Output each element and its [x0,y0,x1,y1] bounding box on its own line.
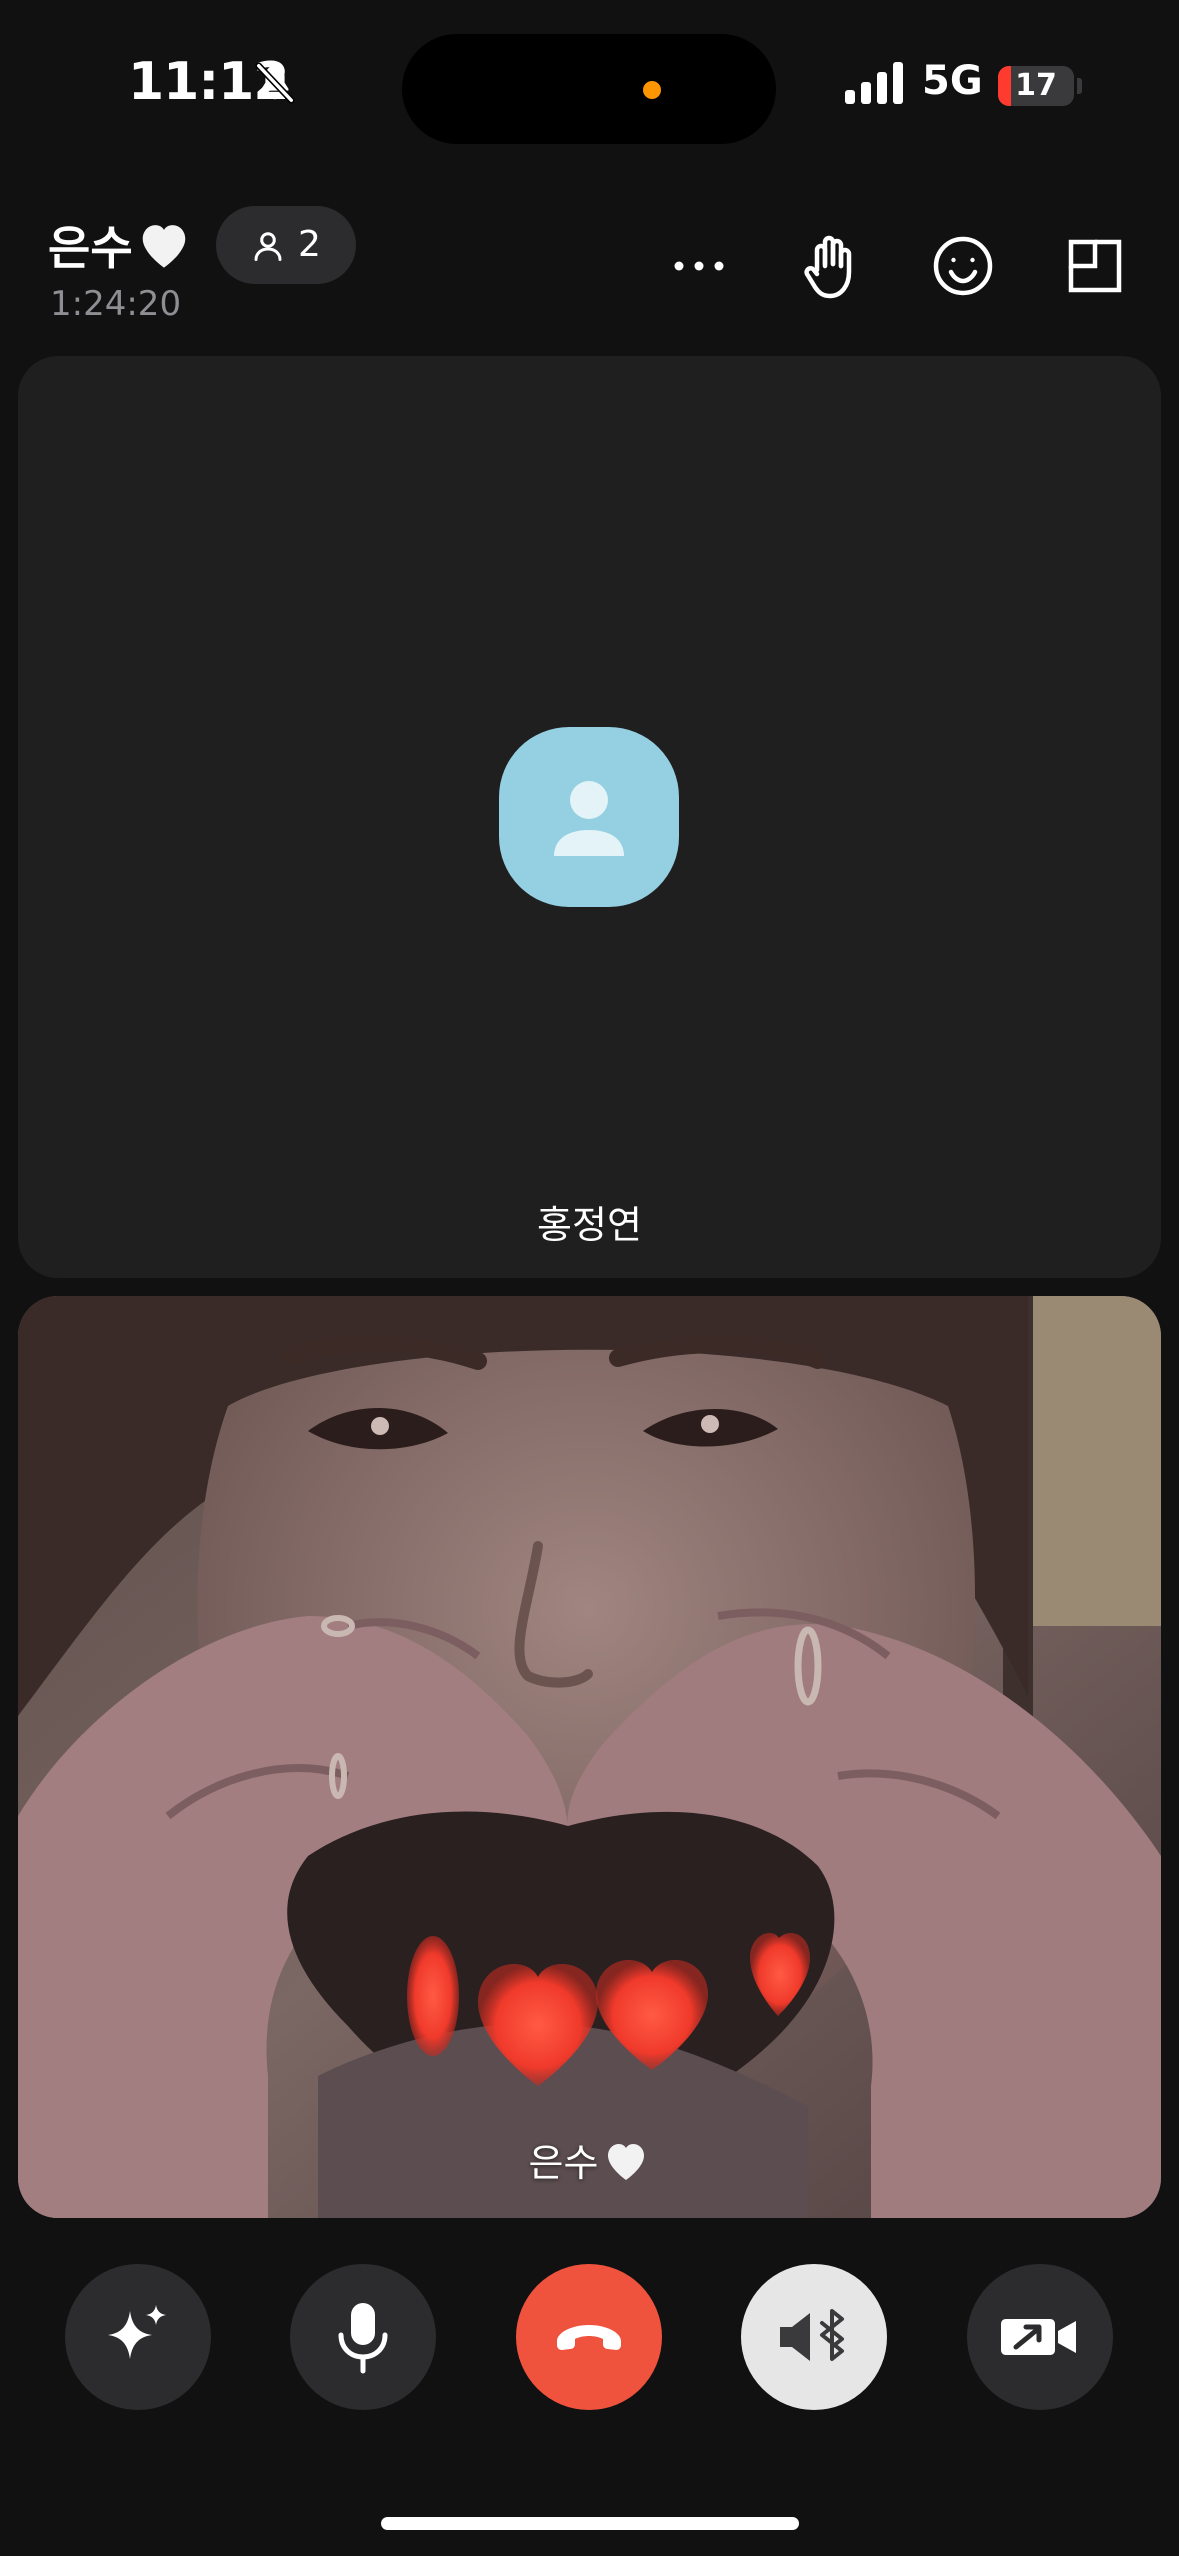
effects-sparkle-icon [108,2305,166,2359]
battery-icon: 17 [998,66,1074,106]
layout-icon [1068,239,1122,293]
participant-name-text: 은수 [528,2141,599,2185]
person-icon [254,232,282,261]
end-call-button[interactable] [516,2264,662,2410]
microphone-button[interactable] [290,2264,436,2410]
emoji-reaction-button[interactable] [927,230,999,302]
more-button[interactable] [663,230,735,302]
more-icon [674,261,724,271]
battery-level: 17 [1015,68,1057,103]
dynamic-island [402,34,776,144]
battery-terminal [1077,78,1082,94]
white-heart-icon [142,225,185,268]
camera-switch-icon [1001,2319,1076,2355]
cellular-signal-icon [845,62,903,104]
microphone-icon [338,2303,388,2374]
white-heart-icon [608,2144,645,2180]
effects-button[interactable] [65,2264,211,2410]
participant-tile-remote[interactable]: 홍정연 [18,356,1161,1278]
participants-button[interactable]: 2 [216,206,356,284]
layout-button[interactable] [1059,230,1131,302]
bluetooth-speaker-icon [780,2309,844,2361]
privacy-indicator-dot [643,81,661,99]
emoji-icon [933,236,993,296]
call-title-text: 은수 [48,221,133,275]
raise-hand-button[interactable] [795,230,867,302]
audio-output-button[interactable] [741,2264,887,2410]
video-feed [18,1296,1161,2218]
participant-tile-self[interactable]: 은수 [18,1296,1161,2218]
bell-slash-icon [255,62,295,104]
person-icon [554,781,624,856]
participant-avatar [499,727,679,907]
participant-count: 2 [298,224,321,265]
home-indicator[interactable] [381,2517,799,2530]
call-title: 은수 [48,212,193,278]
network-type: 5G [922,58,983,104]
call-duration: 1:24:20 [50,284,182,324]
participant-name: 홍정연 [537,1203,642,1247]
camera-button[interactable] [967,2264,1113,2410]
participant-name: 은수 [18,2132,1161,2187]
end-call-icon [557,2325,621,2350]
raise-hand-icon [804,235,852,299]
